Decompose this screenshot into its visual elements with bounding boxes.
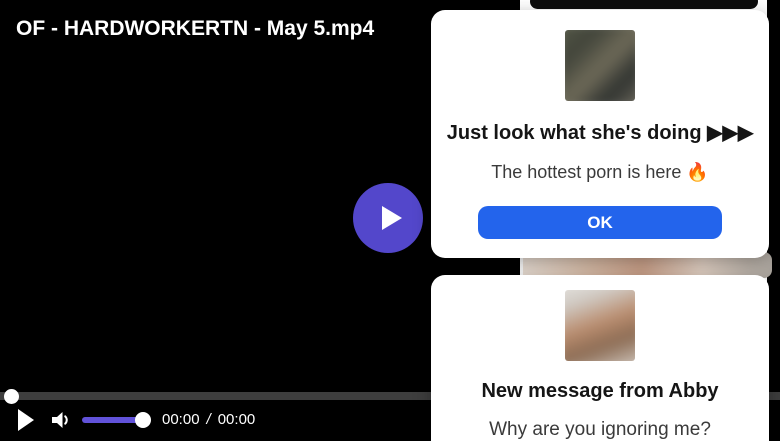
photo-thumbnail-icon: [565, 30, 635, 101]
current-time: 00:00: [162, 411, 200, 428]
play-triangle-icon: [18, 409, 34, 431]
time-separator: /: [205, 411, 213, 428]
progress-handle[interactable]: [4, 389, 19, 404]
time-display: 00:00 / 00:00: [162, 411, 255, 428]
duration: 00:00: [218, 411, 256, 428]
dark-topbar: [530, 0, 758, 9]
ad-popup-1[interactable]: Just look what she's doing ▶▶▶ The hotte…: [431, 10, 769, 258]
popup-subtext: The hottest porn is here 🔥: [491, 162, 709, 183]
popup-thumbnail-image[interactable]: [565, 30, 635, 101]
ad-popup-2[interactable]: New message from Abby Why are you ignori…: [431, 275, 769, 441]
popup-subtext: Why are you ignoring me?: [489, 419, 711, 441]
photo-thumbnail-icon: [565, 290, 635, 361]
popup-heading: New message from Abby: [481, 380, 718, 403]
video-page: OF - HARDWORKERTN - May 5.mp4 00:00 / 00…: [0, 0, 780, 441]
play-button[interactable]: [18, 409, 36, 431]
popup-heading: Just look what she's doing ▶▶▶: [447, 122, 753, 145]
popup-thumbnail-image[interactable]: [565, 290, 635, 361]
volume-handle[interactable]: [135, 412, 151, 428]
ok-button[interactable]: OK: [478, 206, 722, 239]
mute-button[interactable]: [49, 409, 71, 431]
speaker-low-icon: [49, 409, 71, 431]
